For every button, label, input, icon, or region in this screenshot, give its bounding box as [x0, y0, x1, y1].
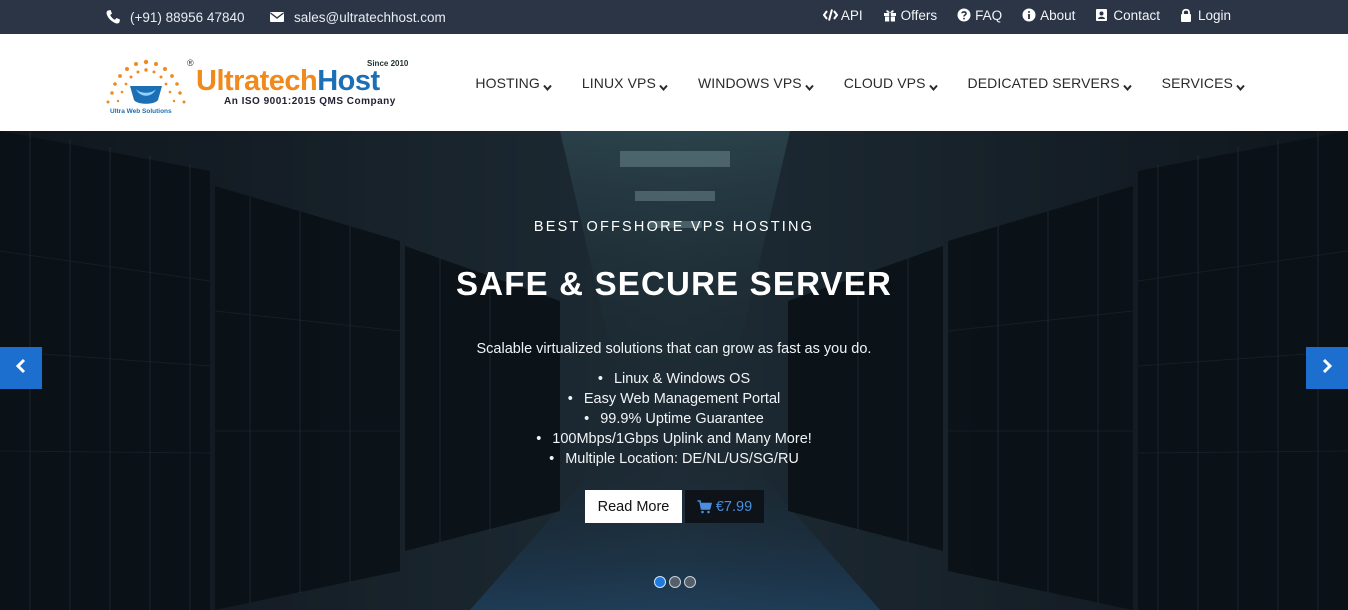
- hero-headline: SAFE & SECURE SERVER: [456, 265, 892, 302]
- question-circle-icon: [957, 8, 971, 22]
- logo-tagline: An ISO 9001:2015 QMS Company: [224, 96, 396, 107]
- top-link-contact-label: Contact: [1113, 7, 1160, 23]
- logo-since: Since 2010: [367, 59, 409, 68]
- nav-item-linux-vps[interactable]: LINUX VPS: [582, 75, 668, 91]
- top-link-api[interactable]: API: [822, 7, 863, 23]
- nav-item-label: DEDICATED SERVERS: [967, 75, 1120, 91]
- nav-item-label: SERVICES: [1161, 75, 1233, 91]
- nav-item-label: WINDOWS VPS: [697, 75, 802, 91]
- envelope-icon: [269, 9, 285, 25]
- hero-lead: Scalable virtualized solutions that can …: [476, 341, 872, 357]
- slider-next-button[interactable]: [1306, 347, 1348, 389]
- nav-item-label: CLOUD VPS: [843, 75, 926, 91]
- registered-mark: ®: [187, 58, 194, 68]
- logo-brand: UltratechHost: [196, 65, 380, 98]
- feature-item: 100Mbps/1Gbps Uplink and Many More!: [0, 429, 1348, 449]
- chevron-down-icon: [659, 79, 668, 91]
- phone-number: (+91) 88956 47840: [130, 9, 245, 25]
- nav-item-hosting[interactable]: HOSTING: [475, 75, 552, 91]
- gift-icon: [883, 8, 897, 22]
- site-header: ® UltratechHost Since 2010 An ISO 9001:2…: [0, 34, 1348, 131]
- slider-dot-2[interactable]: [669, 576, 681, 588]
- nav-item-dedicated-servers[interactable]: DEDICATED SERVERS: [968, 75, 1132, 91]
- slider-pagination: [654, 576, 696, 588]
- feature-item: Multiple Location: DE/NL/US/SG/RU: [0, 449, 1348, 469]
- logo-brand-ultratech: Ultratech: [196, 65, 318, 97]
- chevron-down-icon: [1122, 79, 1132, 91]
- nav-item-services[interactable]: SERVICES: [1162, 75, 1245, 91]
- price-cart-button[interactable]: €7.99: [685, 490, 764, 523]
- top-link-offers-label: Offers: [900, 7, 938, 23]
- top-link-about-label: About: [1040, 7, 1076, 23]
- logo-subtitle: Ultra Web Solutions: [110, 108, 172, 115]
- top-link-offers[interactable]: Offers: [883, 7, 938, 23]
- chevron-right-icon: [1320, 358, 1334, 379]
- top-link-contact[interactable]: Contact: [1095, 8, 1160, 23]
- read-more-button[interactable]: Read More: [585, 490, 682, 523]
- phone-icon: [105, 9, 121, 25]
- email-contact[interactable]: sales@ultratechhost.com: [269, 0, 446, 34]
- top-link-about[interactable]: About: [1022, 8, 1075, 23]
- lock-icon: [1180, 8, 1194, 22]
- feature-item: Easy Web Management Portal: [0, 389, 1348, 409]
- main-nav: HOSTING LINUX VPS WINDOWS VPS CLOUD VPS …: [445, 68, 1245, 98]
- hero-slider: BEST OFFSHORE VPS HOSTING SAFE & SECURE …: [0, 131, 1348, 610]
- nav-item-label: LINUX VPS: [581, 75, 656, 91]
- feature-item: 99.9% Uptime Guarantee: [0, 409, 1348, 429]
- code-icon: [822, 8, 839, 22]
- shopping-cart-icon: [697, 499, 712, 514]
- feature-item: Linux & Windows OS: [0, 369, 1348, 389]
- top-link-faq-label: FAQ: [975, 7, 1003, 23]
- slider-prev-button[interactable]: [0, 347, 42, 389]
- slider-dot-1[interactable]: [654, 576, 666, 588]
- hero-eyebrow: BEST OFFSHORE VPS HOSTING: [533, 219, 815, 235]
- info-circle-icon: [1022, 8, 1036, 22]
- logo-brand-host: Host: [317, 65, 380, 97]
- top-link-api-label: API: [840, 7, 863, 23]
- hero-feature-list: Linux & Windows OS Easy Web Management P…: [0, 369, 1348, 469]
- top-bar: (+91) 88956 47840 sales@ultratechhost.co…: [0, 0, 1348, 34]
- top-link-faq[interactable]: FAQ: [957, 8, 1002, 23]
- email-address: sales@ultratechhost.com: [294, 9, 446, 25]
- site-logo[interactable]: ® UltratechHost Since 2010 An ISO 9001:2…: [100, 58, 420, 118]
- top-link-login[interactable]: Login: [1180, 8, 1231, 23]
- nav-item-cloud-vps[interactable]: CLOUD VPS: [844, 75, 938, 91]
- chevron-down-icon: [1236, 79, 1245, 91]
- chevron-left-icon: [14, 358, 28, 379]
- chevron-down-icon: [804, 79, 814, 91]
- chevron-down-icon: [928, 79, 938, 91]
- chevron-down-icon: [543, 79, 552, 91]
- top-links: API Offers FAQ About Contact Login: [803, 0, 1231, 30]
- nav-item-label: HOSTING: [475, 75, 540, 91]
- slider-dot-3[interactable]: [684, 576, 696, 588]
- price-label: €7.99: [715, 498, 753, 515]
- contact-card-icon: [1095, 8, 1109, 22]
- nav-item-windows-vps[interactable]: WINDOWS VPS: [698, 75, 814, 91]
- top-link-login-label: Login: [1197, 7, 1231, 23]
- phone-contact[interactable]: (+91) 88956 47840: [105, 0, 244, 34]
